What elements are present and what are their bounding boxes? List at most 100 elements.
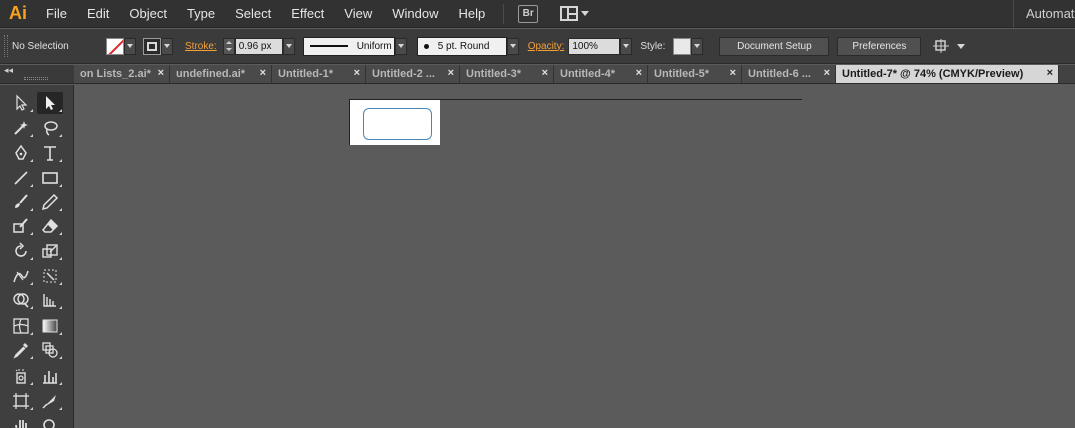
menu-bar: Ai File Edit Object Type Select Effect V… [0, 0, 1075, 28]
opacity-label[interactable]: Opacity: [528, 41, 565, 52]
pen-nib-icon [15, 144, 27, 160]
workspace-switcher[interactable]: Automation [1013, 0, 1075, 28]
collapse-panel-icon[interactable]: ◂◂ [4, 65, 13, 76]
menu-object[interactable]: Object [119, 0, 177, 28]
close-icon[interactable]: × [260, 67, 266, 79]
menu-help[interactable]: Help [448, 0, 495, 28]
fill-swatch[interactable] [106, 37, 124, 55]
perspective-grid-tool[interactable] [37, 289, 63, 311]
rectangle-tool[interactable] [37, 167, 63, 189]
width-tool[interactable] [8, 265, 34, 287]
menu-edit[interactable]: Edit [77, 0, 119, 28]
control-bar-grip[interactable] [4, 35, 8, 57]
width-icon [13, 270, 29, 283]
tab-untitled-2[interactable]: Untitled-2 ... × [366, 65, 460, 83]
style-dropdown[interactable] [691, 37, 704, 55]
arrange-documents-button[interactable] [560, 6, 590, 21]
blend-tool[interactable] [37, 339, 63, 361]
tab-label: Untitled-7* @ 74% (CMYK/Preview) [842, 68, 1024, 80]
variable-width-profile[interactable]: Uniform [302, 36, 395, 56]
hand-tool[interactable] [8, 415, 34, 428]
mesh-tool[interactable] [8, 315, 34, 337]
brush-definition[interactable]: 5 pt. Round [416, 36, 507, 56]
close-icon[interactable]: × [354, 67, 360, 79]
brush-dropdown[interactable] [506, 37, 519, 55]
opacity-dropdown[interactable] [620, 37, 633, 55]
profile-dropdown[interactable] [394, 37, 407, 55]
menu-effect[interactable]: Effect [281, 0, 334, 28]
rounded-rectangle-object[interactable] [363, 108, 432, 140]
arrange-icon[interactable] [933, 39, 966, 53]
preferences-button[interactable]: Preferences [837, 36, 922, 56]
stroke-weight-input[interactable]: 0.96 px [234, 37, 283, 55]
magic-wand-tool[interactable] [8, 117, 34, 139]
control-bar: No Selection Stroke: 0.96 px Uniform 5 p… [0, 29, 1075, 64]
tab-on-lists-2[interactable]: on Lists_2.ai* × [74, 65, 170, 83]
shape-builder-tool[interactable] [8, 289, 34, 311]
stroke-weight-stepper[interactable] [222, 37, 235, 55]
graphic-style-swatch[interactable] [673, 37, 692, 55]
blob-brush-tool[interactable] [8, 215, 34, 237]
column-graph-tool[interactable] [37, 365, 63, 387]
scale-icon [42, 244, 58, 258]
close-icon[interactable]: × [824, 67, 830, 79]
pencil-tool[interactable] [37, 191, 63, 213]
profile-label: Uniform [356, 40, 392, 52]
eraser-tool[interactable] [37, 215, 63, 237]
pen-tool[interactable] [8, 142, 34, 164]
menu-view[interactable]: View [334, 0, 382, 28]
scale-tool[interactable] [37, 240, 63, 262]
document-canvas[interactable] [74, 85, 1075, 428]
bridge-button[interactable]: Br [518, 4, 539, 23]
tab-untitled-4[interactable]: Untitled-4* × [554, 65, 648, 83]
close-icon[interactable]: × [542, 67, 548, 79]
menu-type[interactable]: Type [177, 0, 225, 28]
stroke-label[interactable]: Stroke: [185, 41, 217, 52]
close-icon[interactable]: × [730, 67, 736, 79]
stroke-weight-dropdown[interactable] [282, 37, 295, 55]
tab-untitled-7-active[interactable]: Untitled-7* @ 74% (CMYK/Preview) × [836, 65, 1059, 83]
tab-untitled-1[interactable]: Untitled-1* × [272, 65, 366, 83]
illustrator-window: Ai File Edit Object Type Select Effect V… [0, 0, 1075, 428]
menu-select[interactable]: Select [225, 0, 281, 28]
artboard-tool[interactable] [8, 390, 34, 412]
tab-undefined[interactable]: undefined.ai* × [170, 65, 272, 83]
close-icon[interactable]: × [158, 67, 164, 79]
document-setup-button[interactable]: Document Setup [719, 36, 830, 56]
direct-selection-tool[interactable] [37, 92, 63, 114]
stroke-dropdown[interactable] [161, 37, 173, 55]
gradient-icon [42, 319, 58, 333]
chevron-down-icon [164, 44, 170, 48]
zoom-tool[interactable] [37, 415, 63, 428]
tab-untitled-5[interactable]: Untitled-5* × [648, 65, 742, 83]
stroke-swatch[interactable] [143, 37, 161, 55]
menu-file[interactable]: File [36, 0, 77, 28]
paintbrush-tool[interactable] [8, 191, 34, 213]
slice-knife-icon [42, 395, 56, 409]
symbol-sprayer-tool[interactable] [8, 365, 34, 387]
tab-label: Untitled-4* [560, 68, 615, 80]
gradient-tool[interactable] [37, 315, 63, 337]
type-tool[interactable] [37, 142, 63, 164]
blob-brush-icon [13, 218, 28, 233]
close-icon[interactable]: × [1047, 67, 1053, 79]
line-segment-tool[interactable] [8, 167, 34, 189]
rectangle-icon [42, 172, 58, 184]
selection-tool[interactable] [8, 92, 34, 114]
eyedropper-tool[interactable] [8, 339, 34, 361]
arrow-down-icon [225, 48, 232, 52]
free-transform-tool[interactable] [37, 265, 63, 287]
perspective-grid-icon [43, 294, 56, 307]
fill-dropdown[interactable] [124, 37, 136, 55]
rotate-tool[interactable] [8, 240, 34, 262]
close-icon[interactable]: × [636, 67, 642, 79]
close-icon[interactable]: × [448, 67, 454, 79]
panel-grip[interactable] [24, 77, 48, 80]
slice-tool[interactable] [37, 390, 63, 412]
eraser-icon [41, 218, 59, 233]
tab-untitled-3[interactable]: Untitled-3* × [460, 65, 554, 83]
opacity-input[interactable]: 100% [568, 37, 621, 55]
lasso-tool[interactable] [37, 117, 63, 139]
tab-untitled-6[interactable]: Untitled-6 ... × [742, 65, 836, 83]
menu-window[interactable]: Window [382, 0, 448, 28]
